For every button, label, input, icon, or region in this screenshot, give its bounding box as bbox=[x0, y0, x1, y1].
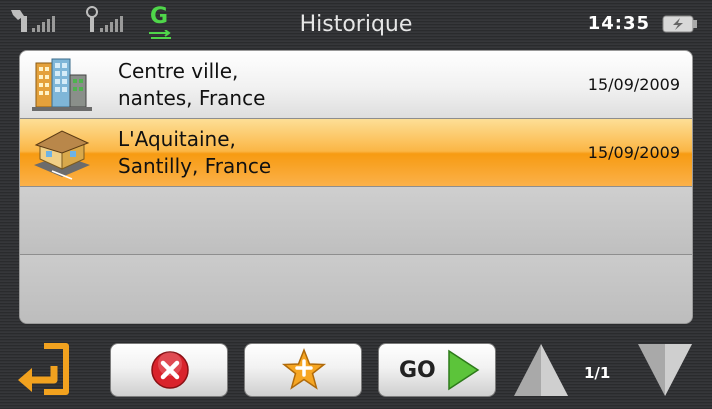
page-down-arrow-icon[interactable] bbox=[636, 342, 694, 398]
history-item-date: 15/09/2009 bbox=[587, 143, 680, 162]
history-item-empty bbox=[20, 187, 692, 255]
battery-charging-icon bbox=[662, 15, 697, 33]
back-arrow-icon[interactable] bbox=[14, 340, 72, 398]
delete-button[interactable] bbox=[110, 343, 228, 397]
clock-time: 14:35 bbox=[587, 13, 650, 34]
page-up-arrow-icon[interactable] bbox=[512, 342, 570, 398]
address-line-1: Centre ville, bbox=[118, 59, 239, 83]
status-bar: G Historique 14:35 bbox=[0, 0, 712, 48]
address-line-1: L'Aquitaine, bbox=[118, 127, 236, 151]
history-item-date: 15/09/2009 bbox=[587, 75, 680, 94]
history-item-empty bbox=[20, 255, 692, 323]
delete-x-icon bbox=[151, 351, 189, 389]
history-item-1[interactable]: L'Aquitaine, Santilly, France 15/09/2009 bbox=[20, 119, 692, 187]
history-item-0[interactable]: Centre ville, nantes, France 15/09/2009 bbox=[20, 51, 692, 119]
address-line-2: nantes, France bbox=[118, 86, 266, 110]
go-button[interactable]: GO bbox=[378, 343, 496, 397]
history-item-address: Centre ville, nantes, France bbox=[118, 58, 265, 112]
play-arrow-icon bbox=[448, 349, 480, 391]
history-item-address: L'Aquitaine, Santilly, France bbox=[118, 126, 271, 180]
star-add-icon bbox=[281, 347, 327, 390]
go-label: GO bbox=[399, 358, 436, 383]
house-icon bbox=[34, 130, 90, 180]
page-indicator: 1/1 bbox=[584, 364, 611, 382]
city-buildings-icon bbox=[32, 58, 92, 111]
history-list[interactable]: Centre ville, nantes, France 15/09/2009 … bbox=[19, 50, 693, 324]
address-line-2: Santilly, France bbox=[118, 154, 272, 178]
add-favorite-button[interactable] bbox=[244, 343, 362, 397]
